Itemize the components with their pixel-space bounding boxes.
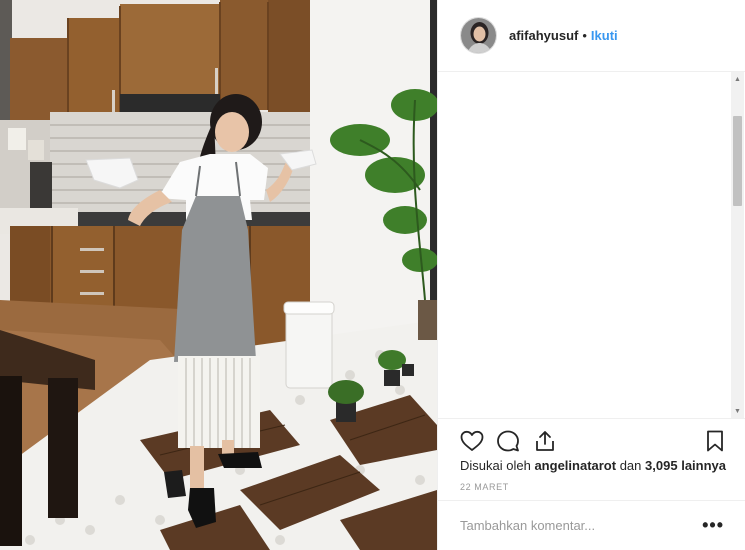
post-header: afifahyusuf • Ikuti (438, 0, 745, 72)
more-options-icon[interactable]: ••• (702, 515, 724, 536)
bookmark-icon[interactable] (703, 429, 727, 453)
likes-middle: dan (619, 458, 642, 473)
separator-dot: • (582, 28, 587, 43)
likes-count[interactable]: 3,095 (645, 458, 678, 473)
comments-scrollbar[interactable]: ▲ ▼ (731, 72, 744, 418)
post-side-panel: afifahyusuf • Ikuti ▲ ▼ Disukai oleh ang… (437, 0, 745, 550)
comment-input[interactable] (460, 518, 690, 533)
scroll-down-arrow-icon[interactable]: ▼ (731, 404, 744, 418)
comment-form: ••• (438, 500, 745, 550)
comment-icon[interactable] (496, 429, 520, 453)
share-icon[interactable] (533, 429, 557, 453)
post-photo[interactable] (0, 0, 437, 550)
scroll-up-arrow-icon[interactable]: ▲ (731, 72, 744, 86)
avatar[interactable] (460, 17, 497, 54)
liked-by-user-link[interactable]: angelinatarot (534, 458, 616, 473)
scroll-thumb[interactable] (733, 116, 742, 206)
heart-icon[interactable] (460, 429, 484, 453)
likes-prefix: Disukai oleh (460, 458, 531, 473)
post-actions (438, 418, 745, 458)
follow-button[interactable]: Ikuti (591, 28, 618, 43)
likes-summary: Disukai oleh angelinatarot dan 3,095 lai… (460, 458, 726, 473)
post-date: 22 MARET (460, 482, 509, 492)
likes-suffix[interactable]: lainnya (681, 458, 726, 473)
username-link[interactable]: afifahyusuf (509, 28, 578, 43)
comments-area[interactable]: ▲ ▼ (438, 72, 745, 418)
